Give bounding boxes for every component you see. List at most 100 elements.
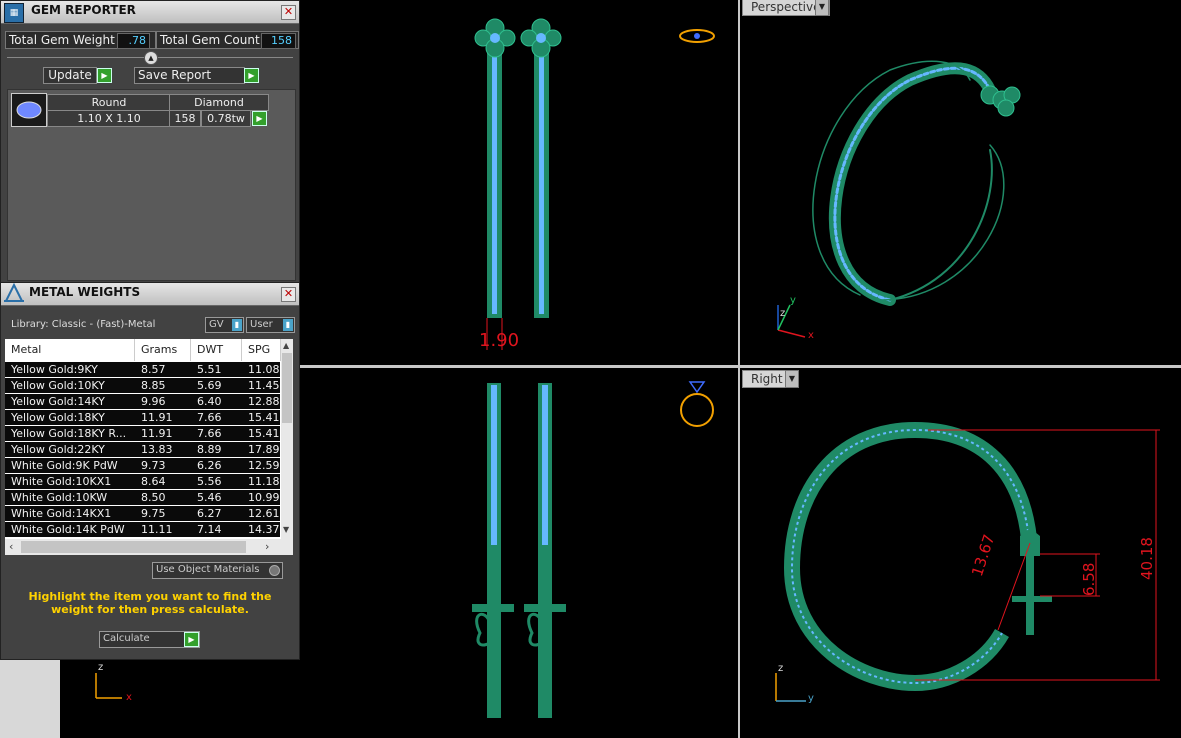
table-row[interactable]: Yellow Gold:22KY 13.83 8.89 17.89 xyxy=(5,442,280,458)
scroll-left-icon[interactable]: ‹ xyxy=(9,540,13,553)
spg-cell: 11.08 xyxy=(248,363,280,376)
gv-toggle-button[interactable]: GV ▮ xyxy=(205,317,244,333)
grams-cell: 11.91 xyxy=(141,411,173,424)
metal-weights-title: METAL WEIGHTS xyxy=(29,285,141,299)
calculate-instruction: Highlight the item you want to find the … xyxy=(28,590,272,616)
scroll-h-thumb[interactable] xyxy=(21,541,246,553)
dwt-cell: 7.14 xyxy=(197,523,222,536)
right-axis-y-label: y xyxy=(808,693,814,704)
scroll-up-icon[interactable]: ▲ xyxy=(283,341,289,350)
round-gem-thumbnail-icon xyxy=(11,93,47,127)
viewport-divider-vertical-top[interactable] xyxy=(738,0,740,738)
metal-name-cell: White Gold:9K PdW xyxy=(11,459,118,472)
scale-icon xyxy=(3,282,25,305)
metal-weights-titlebar[interactable]: METAL WEIGHTS ✕ xyxy=(1,282,299,306)
table-row[interactable]: White Gold:10KW 8.50 5.46 10.99 xyxy=(5,490,280,506)
spg-cell: 15.41 xyxy=(248,427,280,440)
metal-name-cell: Yellow Gold:22KY xyxy=(11,443,105,456)
table-row[interactable]: Yellow Gold:14KY 9.96 6.40 12.88 xyxy=(5,394,280,410)
perspective-view-drawing xyxy=(777,60,1021,338)
gem-count: 158 xyxy=(169,110,201,127)
save-report-go-icon[interactable]: ▶ xyxy=(244,68,259,83)
use-object-materials-button[interactable]: Use Object Materials xyxy=(152,562,283,579)
left-gutter xyxy=(0,658,60,738)
total-gem-count-value: 158 xyxy=(261,33,296,49)
perspective-axis-x-label: x xyxy=(808,330,814,341)
right-axis-z-label: z xyxy=(778,663,784,674)
column-header-metal[interactable]: Metal xyxy=(5,339,135,361)
update-go-icon[interactable]: ▶ xyxy=(97,68,112,83)
column-header-dwt[interactable]: DWT xyxy=(191,339,242,361)
gem-reporter-titlebar[interactable]: ▦ GEM REPORTER ✕ xyxy=(1,1,299,24)
perspective-dropdown-button[interactable]: ▼ xyxy=(815,0,829,16)
gem-reporter-title: GEM REPORTER xyxy=(31,3,136,17)
table-row[interactable]: White Gold:9K PdW 9.73 6.26 12.59 xyxy=(5,458,280,474)
top-view-drawing xyxy=(474,18,715,350)
dwt-cell: 5.56 xyxy=(197,475,222,488)
metal-weights-close-icon[interactable]: ✕ xyxy=(281,287,296,302)
spg-cell: 11.18 xyxy=(248,475,280,488)
table-row[interactable]: Yellow Gold:18KY 11.91 7.66 15.41 xyxy=(5,410,280,426)
viewport-perspective[interactable]: Perspective ▼ y z x xyxy=(740,0,1181,365)
collapse-chevron-icon[interactable]: ▲ xyxy=(144,51,158,65)
grams-cell: 9.75 xyxy=(141,507,166,520)
calculate-label: Calculate xyxy=(103,633,150,644)
dwt-cell: 6.26 xyxy=(197,459,222,472)
column-header-spg[interactable]: SPG xyxy=(242,339,281,361)
table-row[interactable]: White Gold:14KX1 9.75 6.27 12.61 xyxy=(5,506,280,522)
gv-toggle-label: GV xyxy=(209,319,224,330)
table-row[interactable]: Yellow Gold:10KY 8.85 5.69 11.45 xyxy=(5,378,280,394)
user-toggle-button[interactable]: User ▮ xyxy=(246,317,295,333)
table-row[interactable]: White Gold:14K PdW 11.11 7.14 14.37 xyxy=(5,522,280,538)
scroll-right-icon[interactable]: › xyxy=(265,540,269,553)
gem-row-go-icon[interactable]: ▶ xyxy=(252,111,267,126)
dimension-label-40-18: 40.18 xyxy=(1138,537,1156,580)
spg-cell: 14.37 xyxy=(248,523,280,536)
metal-name-cell: Yellow Gold:9KY xyxy=(11,363,98,376)
library-label: Library: Classic - (Fast)-Metal xyxy=(11,319,156,330)
save-report-button[interactable]: Save Report xyxy=(134,67,245,84)
metal-name-cell: Yellow Gold:18KY xyxy=(11,411,105,424)
table-row[interactable]: Yellow Gold:9KY 8.57 5.51 11.08 xyxy=(5,362,280,378)
spg-cell: 12.59 xyxy=(248,459,280,472)
viewport-right[interactable]: Right ▼ 13.67 6.58 40.18 z y xyxy=(740,368,1181,738)
grams-cell: 13.83 xyxy=(141,443,173,456)
gem-reporter-close-icon[interactable]: ✕ xyxy=(281,5,296,20)
grams-cell: 9.73 xyxy=(141,459,166,472)
viewport-top[interactable]: 1.90 xyxy=(300,0,738,365)
metal-table-horizontal-scrollbar[interactable]: ‹ › xyxy=(5,539,293,555)
front-axis-x-label: x xyxy=(126,692,132,703)
gv-toggle-icon: ▮ xyxy=(232,319,242,331)
metal-name-cell: Yellow Gold:10KY xyxy=(11,379,105,392)
spg-cell: 12.61 xyxy=(248,507,280,520)
grams-cell: 8.50 xyxy=(141,491,166,504)
table-row[interactable]: Yellow Gold:18KY R... 11.91 7.66 15.41 xyxy=(5,426,280,442)
viewport-divider-horizontal[interactable] xyxy=(300,365,1181,368)
gem-row[interactable]: Round Diamond 1.10 X 1.10 158 0.78tw ▶ xyxy=(9,91,269,129)
scroll-thumb[interactable] xyxy=(282,353,292,423)
spg-cell: 10.99 xyxy=(248,491,280,504)
spg-cell: 11.45 xyxy=(248,379,280,392)
scroll-down-icon[interactable]: ▼ xyxy=(283,525,289,534)
metal-name-cell: White Gold:10KW xyxy=(11,491,108,504)
grams-cell: 9.96 xyxy=(141,395,166,408)
spg-cell: 17.89 xyxy=(248,443,280,456)
grams-cell: 8.64 xyxy=(141,475,166,488)
grams-cell: 8.85 xyxy=(141,379,166,392)
calculate-go-icon[interactable]: ▶ xyxy=(184,632,199,647)
dwt-cell: 8.89 xyxy=(197,443,222,456)
metal-name-cell: White Gold:10KX1 xyxy=(11,475,112,488)
spg-cell: 12.88 xyxy=(248,395,280,408)
metal-table-vertical-scrollbar[interactable]: ▲ ▼ xyxy=(281,339,293,539)
metal-name-cell: White Gold:14KX1 xyxy=(11,507,112,520)
perspective-axis-z-label: z xyxy=(780,308,786,319)
total-gem-weight-value: .78 xyxy=(117,33,150,49)
table-row[interactable]: White Gold:10KX1 8.64 5.56 11.18 xyxy=(5,474,280,490)
column-header-grams[interactable]: Grams xyxy=(135,339,191,361)
grams-cell: 8.57 xyxy=(141,363,166,376)
user-toggle-icon: ▮ xyxy=(283,319,293,331)
right-view-dropdown-button[interactable]: ▼ xyxy=(785,370,799,388)
metal-table: Metal Grams DWT SPG Yellow Gold:9KY 8.57 5… xyxy=(5,339,293,555)
user-toggle-label: User xyxy=(250,319,273,330)
update-button[interactable]: Update xyxy=(43,67,97,84)
